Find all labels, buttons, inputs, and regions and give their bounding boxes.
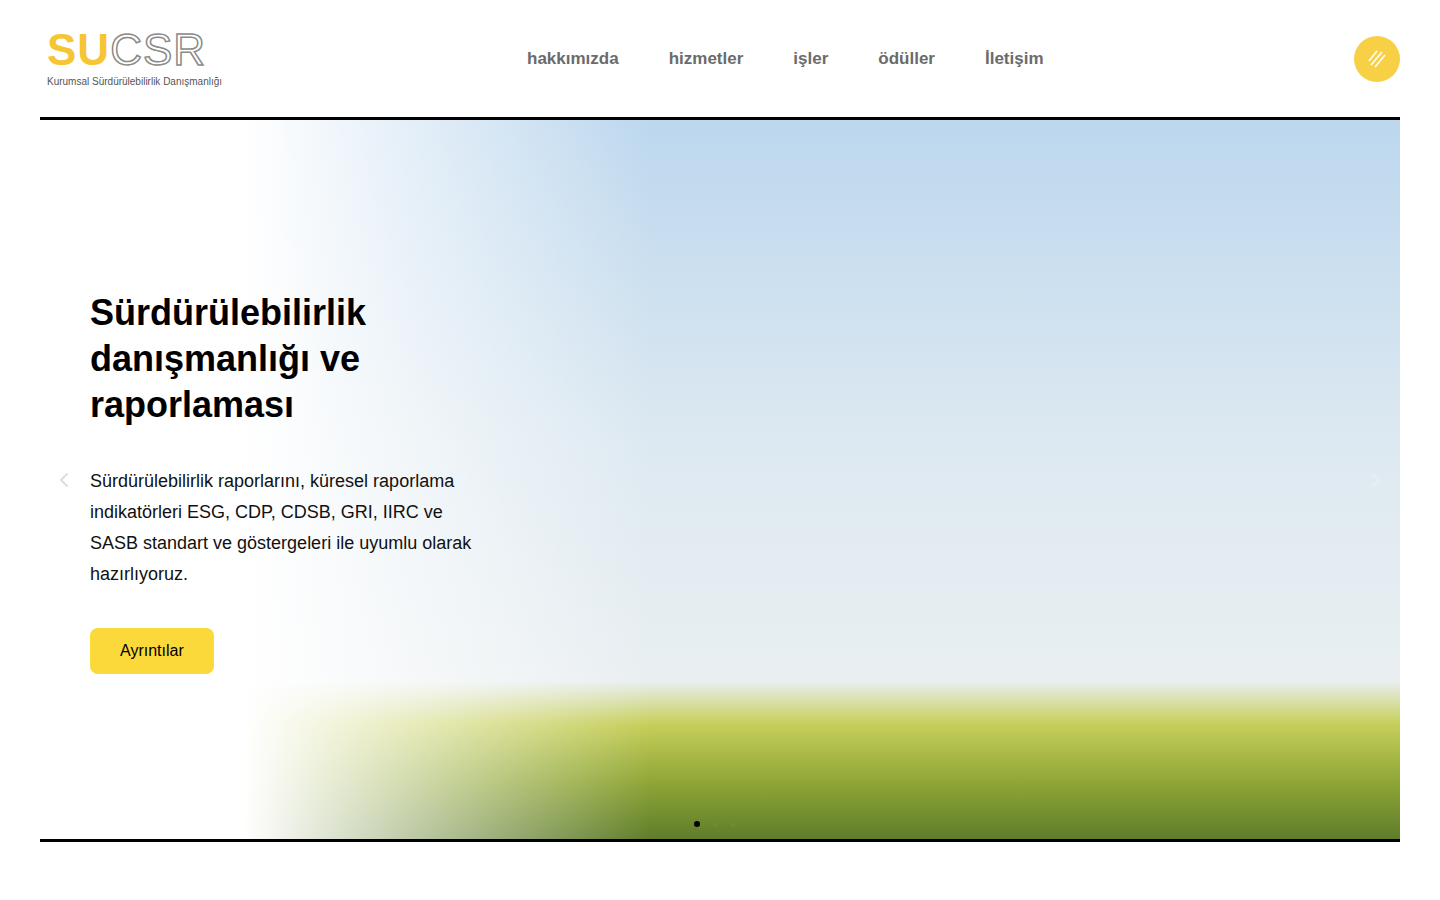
slider-dots — [694, 821, 736, 827]
hero-content: Sürdürülebilirlik danışmanlığı ve raporl… — [40, 120, 1400, 674]
next-arrow-icon[interactable] — [1364, 468, 1388, 492]
hero-title: Sürdürülebilirlik danışmanlığı ve raporl… — [90, 290, 430, 428]
nav-item[interactable]: İletişim — [985, 46, 1044, 72]
prev-arrow-icon[interactable] — [52, 468, 76, 492]
logo-main: CSR — [110, 28, 206, 72]
menu-lines-icon — [1366, 48, 1388, 70]
hero-text: Sürdürülebilirlik raporlarını, küresel r… — [90, 466, 490, 590]
page: SUCSR Kurumsal Sürdürülebilirlik Danışman… — [0, 0, 1440, 900]
slider-dot[interactable] — [712, 821, 718, 827]
logo-subtitle: Kurumsal Sürdürülebilirlik Danışmanlığı — [47, 74, 247, 89]
nav-item[interactable]: hakkımızda — [527, 46, 619, 72]
slider-dot[interactable] — [730, 821, 736, 827]
hero-slider: Sürdürülebilirlik danışmanlığı ve raporl… — [40, 117, 1400, 842]
nav-item[interactable]: işler — [793, 46, 828, 72]
header: SUCSR Kurumsal Sürdürülebilirlik Danışman… — [0, 0, 1440, 117]
menu-button[interactable] — [1354, 36, 1400, 82]
logo-accent: SU — [47, 28, 110, 72]
logo[interactable]: SUCSR Kurumsal Sürdürülebilirlik Danışman… — [47, 28, 247, 89]
details-button[interactable]: Ayrıntılar — [90, 628, 214, 674]
slider-dot[interactable] — [694, 821, 700, 827]
main-nav: hakkımızda hizmetler işler ödüller İletişim — [527, 46, 1044, 72]
nav-item[interactable]: ödüller — [878, 46, 935, 72]
nav-item[interactable]: hizmetler — [669, 46, 744, 72]
